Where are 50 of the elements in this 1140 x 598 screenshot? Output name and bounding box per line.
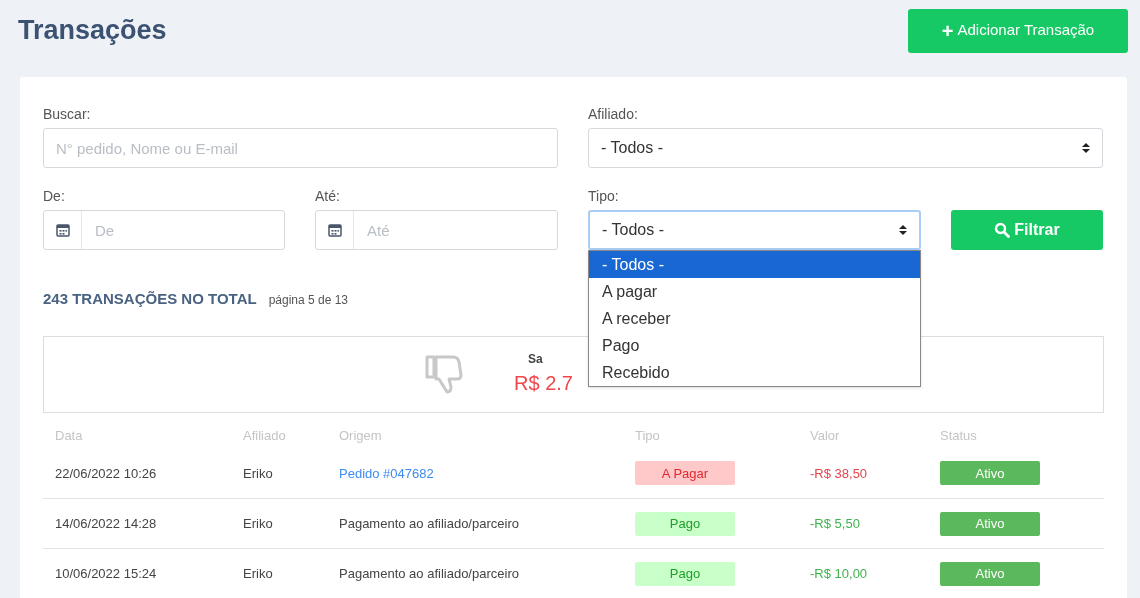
table-cell: Pagamento ao afiliado/parceiro xyxy=(339,515,519,531)
field-label: Até: xyxy=(315,187,341,206)
field-label: De: xyxy=(43,187,66,206)
thumbs-down-icon xyxy=(424,353,465,395)
column-header: Data xyxy=(54,426,84,445)
summary-value: R$ 2.7 xyxy=(514,371,573,396)
calendar-icon xyxy=(55,223,70,237)
field-label: Tipo: xyxy=(588,187,620,206)
dropdown-option[interactable]: Pago xyxy=(589,332,920,359)
type-badge: Pago xyxy=(635,561,735,586)
value-cell: -R$ 10,00 xyxy=(798,548,928,598)
table-cell: 22/06/2022 10:26 xyxy=(43,448,231,499)
order-link[interactable]: Pedido #047682 xyxy=(339,465,434,481)
value-cell: -R$ 5,50 xyxy=(798,498,928,549)
type-select[interactable]: - Todos - xyxy=(588,210,921,250)
dropdown-option[interactable]: - Todos - xyxy=(589,251,920,278)
page-indicator: página 5 de 13 xyxy=(268,292,349,309)
column-header: Tipo xyxy=(634,426,661,445)
dropdown-option[interactable]: A pagar xyxy=(589,278,920,305)
calendar-icon xyxy=(327,223,342,237)
value-cell: -R$ 38,50 xyxy=(798,448,928,499)
table-cell: 10/06/2022 15:24 xyxy=(43,548,231,598)
date-from-field[interactable]: De xyxy=(43,210,285,250)
column-header: Status xyxy=(939,426,978,445)
summary-label: Sa xyxy=(528,351,543,368)
search-icon xyxy=(994,222,1011,238)
table-cell: Eriko xyxy=(231,498,327,549)
field-label: Buscar: xyxy=(43,105,92,124)
search-field[interactable]: N° pedido, Nome ou E-mail xyxy=(43,128,558,168)
sort-caret-icon xyxy=(1082,142,1090,154)
affiliate-select[interactable]: - Todos - xyxy=(588,128,1103,168)
field-label: Afiliado: xyxy=(588,105,639,124)
column-header: Valor xyxy=(809,426,841,445)
status-badge: Ativo xyxy=(940,461,1040,486)
dropdown-option[interactable]: Recebido xyxy=(589,359,920,386)
type-badge: Pago xyxy=(635,511,735,536)
status-badge: Ativo xyxy=(940,561,1040,586)
date-to-field[interactable]: Até xyxy=(315,210,558,250)
table-cell: 14/06/2022 14:28 xyxy=(43,498,231,549)
status-badge: Ativo xyxy=(940,511,1040,536)
table-cell: Eriko xyxy=(231,448,327,499)
column-header: Origem xyxy=(338,426,383,445)
total-count: 243 TRANSAÇÕES NO TOTAL xyxy=(43,289,257,309)
page-title: Transações xyxy=(18,14,167,48)
sort-caret-icon xyxy=(899,224,907,236)
table-cell: Eriko xyxy=(231,548,327,598)
column-header: Afiliado xyxy=(242,426,287,445)
table-cell: Pagamento ao afiliado/parceiro xyxy=(339,565,519,581)
type-badge: A Pagar xyxy=(635,461,735,486)
dropdown-option[interactable]: A receber xyxy=(589,305,920,332)
